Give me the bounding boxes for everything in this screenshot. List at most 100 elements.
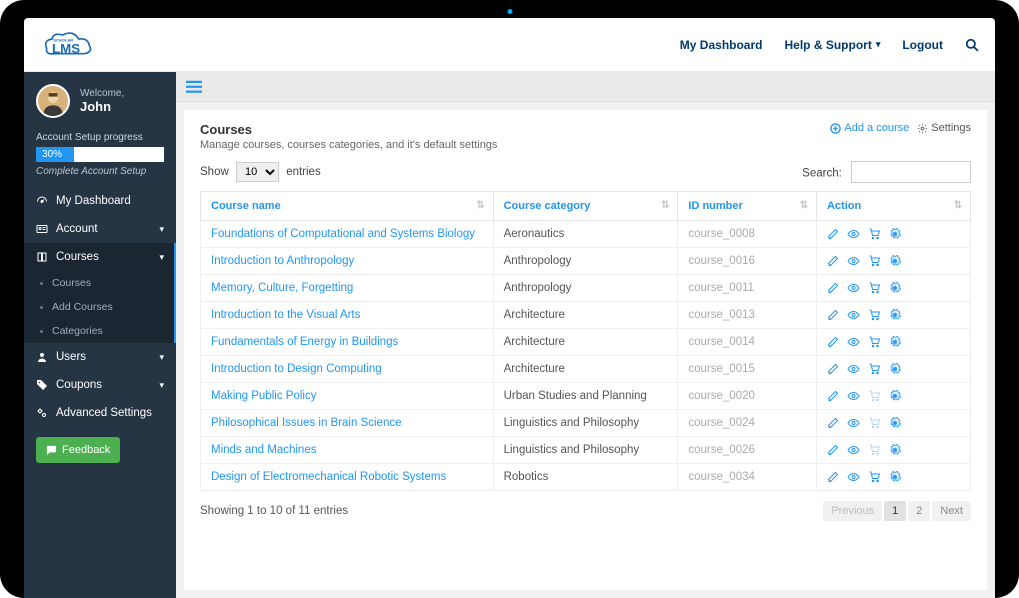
cart-icon[interactable] (868, 228, 881, 240)
cart-icon[interactable] (868, 417, 881, 429)
cart-icon[interactable] (868, 444, 881, 456)
hamburger-icon[interactable] (186, 80, 202, 94)
id-card-icon (36, 223, 48, 235)
cart-icon[interactable] (868, 282, 881, 294)
entries-select[interactable]: 10 (236, 162, 279, 182)
gear-icon[interactable] (889, 471, 901, 483)
logo[interactable]: SCHOLARLMS (40, 27, 120, 63)
page-prev[interactable]: Previous (823, 501, 882, 521)
sidebar-subitem-categories[interactable]: Categories (24, 319, 176, 343)
cart-icon[interactable] (868, 471, 881, 483)
search-input[interactable] (851, 161, 971, 183)
course-link[interactable]: Fundamentals of Energy in Buildings (211, 336, 398, 348)
edit-icon[interactable] (827, 309, 839, 321)
eye-icon[interactable] (847, 255, 860, 267)
course-link[interactable]: Introduction to Anthropology (211, 255, 354, 267)
eye-icon[interactable] (847, 363, 860, 375)
gear-icon[interactable] (889, 417, 901, 429)
page-2[interactable]: 2 (908, 501, 930, 521)
course-link[interactable]: Introduction to Design Computing (211, 363, 382, 375)
edit-icon[interactable] (827, 228, 839, 240)
cart-icon[interactable] (868, 336, 881, 348)
panel-head: Courses Manage courses, courses categori… (200, 122, 971, 151)
course-id: course_0024 (678, 410, 817, 437)
sidebar-item-label: My Dashboard (56, 195, 131, 207)
cart-icon[interactable] (868, 363, 881, 375)
nav-logout[interactable]: Logout (902, 38, 943, 52)
complete-setup-link[interactable]: Complete Account Setup (36, 166, 164, 177)
table-row: Introduction to Design ComputingArchitec… (201, 356, 971, 383)
edit-icon[interactable] (827, 417, 839, 429)
search-icon[interactable] (965, 38, 979, 52)
sidebar-item-courses[interactable]: Courses▾ (24, 243, 176, 271)
sidebar-item-users[interactable]: Users▾ (24, 343, 176, 371)
progress-fill: 30% (36, 147, 74, 162)
sidebar-item-account[interactable]: Account▾ (24, 215, 176, 243)
sidebar-item-advanced-settings[interactable]: Advanced Settings (24, 399, 176, 427)
cart-icon[interactable] (868, 255, 881, 267)
eye-icon[interactable] (847, 471, 860, 483)
sort-icon: ⇅ (954, 200, 962, 211)
gear-icon[interactable] (889, 363, 901, 375)
gear-icon[interactable] (889, 282, 901, 294)
eye-icon[interactable] (847, 228, 860, 240)
cart-icon[interactable] (868, 309, 881, 321)
edit-icon[interactable] (827, 255, 839, 267)
settings-link[interactable]: Settings (917, 122, 971, 134)
col-id-number[interactable]: ID number⇅ (678, 192, 817, 221)
cogs-icon (36, 407, 48, 419)
sidebar-item-label: Account (56, 223, 98, 235)
eye-icon[interactable] (847, 336, 860, 348)
nav-help[interactable]: Help & Support ▾ (784, 38, 880, 52)
eye-icon[interactable] (847, 390, 860, 402)
eye-icon[interactable] (847, 282, 860, 294)
sidebar-item-my-dashboard[interactable]: My Dashboard (24, 187, 176, 215)
col-action[interactable]: Action⇅ (816, 192, 970, 221)
courses-table: Course name⇅Course category⇅ID number⇅Ac… (200, 191, 971, 491)
page-1[interactable]: 1 (884, 501, 906, 521)
course-link[interactable]: Minds and Machines (211, 444, 316, 456)
gear-icon[interactable] (889, 390, 901, 402)
table-row: Fundamentals of Energy in BuildingsArchi… (201, 329, 971, 356)
course-category: Architecture (493, 302, 678, 329)
course-link[interactable]: Memory, Culture, Forgetting (211, 282, 353, 294)
edit-icon[interactable] (827, 444, 839, 456)
edit-icon[interactable] (827, 282, 839, 294)
edit-icon[interactable] (827, 336, 839, 348)
edit-icon[interactable] (827, 390, 839, 402)
col-course-category[interactable]: Course category⇅ (493, 192, 678, 221)
gear-icon[interactable] (889, 228, 901, 240)
course-link[interactable]: Foundations of Computational and Systems… (211, 228, 475, 240)
edit-icon[interactable] (827, 471, 839, 483)
edit-icon[interactable] (827, 363, 839, 375)
sidebar-subitem-add-courses[interactable]: Add Courses (24, 295, 176, 319)
entries-control: Show 10 entries (200, 162, 321, 182)
nav-dashboard[interactable]: My Dashboard (680, 38, 763, 52)
avatar[interactable] (36, 84, 70, 118)
col-label: Course name (211, 200, 281, 212)
page-next[interactable]: Next (932, 501, 971, 521)
user-icon (36, 351, 48, 363)
screen: SCHOLARLMS My Dashboard Help & Support ▾… (24, 18, 995, 598)
add-course-link[interactable]: Add a course (830, 122, 909, 134)
action-icons (827, 282, 960, 294)
course-link[interactable]: Philosophical Issues in Brain Science (211, 417, 402, 429)
feedback-button[interactable]: Feedback (36, 437, 120, 463)
eye-icon[interactable] (847, 417, 860, 429)
eye-icon[interactable] (847, 444, 860, 456)
cart-icon[interactable] (868, 390, 881, 402)
sidebar-nav: My Dashboard Account▾Courses▾CoursesAdd C… (24, 187, 176, 427)
course-link[interactable]: Making Public Policy (211, 390, 316, 402)
action-icons (827, 363, 960, 375)
course-link[interactable]: Design of Electromechanical Robotic Syst… (211, 471, 446, 483)
course-link[interactable]: Introduction to the Visual Arts (211, 309, 360, 321)
gear-icon[interactable] (889, 255, 901, 267)
sidebar-item-coupons[interactable]: Coupons▾ (24, 371, 176, 399)
sidebar-subitem-courses[interactable]: Courses (24, 271, 176, 295)
gear-icon[interactable] (889, 309, 901, 321)
eye-icon[interactable] (847, 309, 860, 321)
course-id: course_0008 (678, 221, 817, 248)
gear-icon[interactable] (889, 444, 901, 456)
gear-icon[interactable] (889, 336, 901, 348)
col-course-name[interactable]: Course name⇅ (201, 192, 494, 221)
